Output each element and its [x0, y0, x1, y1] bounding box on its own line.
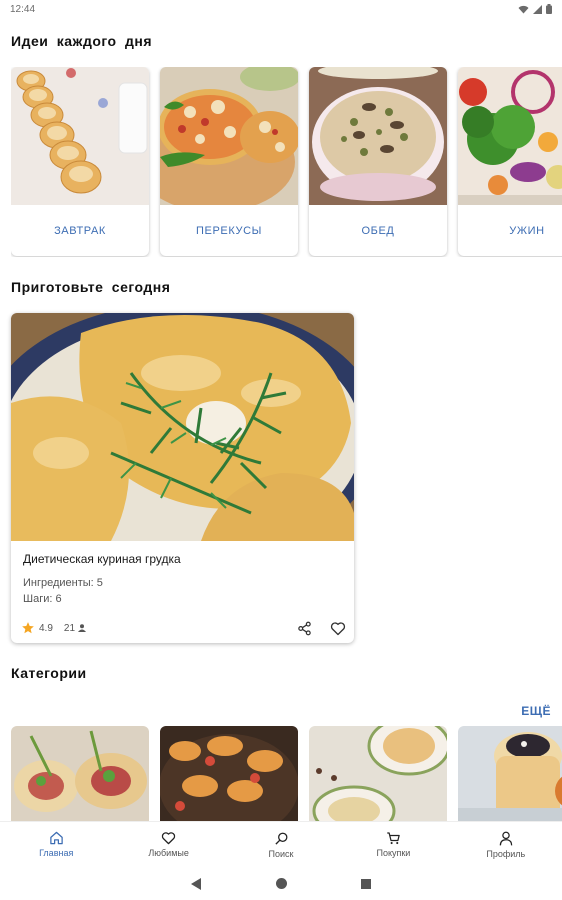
- bottom-nav: Главная Любимые Поиск Покупки Профиль: [0, 821, 562, 867]
- idea-card-snacks[interactable]: ПЕРЕКУСЫ: [160, 67, 298, 256]
- recipe-steps: Шаги: 6: [23, 593, 62, 605]
- section-title-ideas: Идеи каждого дня: [11, 33, 152, 49]
- views-count: 21: [63, 622, 76, 634]
- idea-card-breakfast[interactable]: ЗАВТРАК: [11, 67, 149, 256]
- category-card[interactable]: [11, 726, 149, 822]
- rating-value: 4.9: [39, 622, 53, 634]
- status-time: 12:44: [10, 3, 36, 15]
- category-card[interactable]: [458, 726, 562, 822]
- nav-label-search: Поиск: [268, 848, 294, 859]
- nav-item-home[interactable]: Главная: [0, 822, 112, 867]
- idea-image-dinner: [458, 67, 562, 205]
- ideas-carousel[interactable]: ЗАВТРАК ПЕРЕКУСЫ ОБЕД УЖИН: [11, 67, 562, 257]
- wifi-icon: [518, 5, 529, 13]
- idea-card-lunch[interactable]: ОБЕД: [309, 67, 447, 256]
- idea-label-lunch: ОБЕД: [361, 224, 395, 237]
- idea-image-snacks: [160, 67, 298, 205]
- signal-icon: [533, 4, 542, 14]
- home-icon: [49, 831, 63, 845]
- nav-item-shopping[interactable]: Покупки: [337, 822, 449, 867]
- recipe-footer: 4.9 21: [21, 619, 346, 637]
- back-icon[interactable]: [191, 877, 202, 890]
- idea-label-snacks: ПЕРЕКУСЫ: [196, 224, 262, 237]
- idea-card-dinner[interactable]: УЖИН: [458, 67, 562, 256]
- category-card[interactable]: [309, 726, 447, 822]
- idea-label-breakfast: ЗАВТРАК: [54, 224, 106, 237]
- recipe-card[interactable]: Диетическая куриная грудка Ингредиенты: …: [11, 313, 354, 643]
- nav-label-home: Главная: [39, 848, 74, 858]
- categories-carousel[interactable]: [11, 726, 562, 822]
- idea-image-breakfast: [11, 67, 149, 205]
- heart-icon: [162, 832, 176, 845]
- cart-icon: [387, 832, 400, 845]
- profile-icon: [499, 831, 513, 845]
- recipe-ingredients: Ингредиенты: 5: [23, 577, 103, 589]
- search-icon: [274, 832, 287, 845]
- recipe-views: 21: [63, 622, 87, 634]
- nav-label-favorites: Любимые: [148, 848, 189, 858]
- section-title-categories: Категории: [11, 665, 87, 681]
- status-icons: [518, 4, 552, 14]
- recipe-image: [11, 313, 354, 541]
- more-categories-link[interactable]: ЕЩЁ: [521, 704, 551, 718]
- nav-item-favorites[interactable]: Любимые: [112, 822, 224, 867]
- recipe-rating: 4.9: [21, 621, 53, 635]
- nav-item-search[interactable]: Поиск: [225, 822, 337, 867]
- recipe-title: Диетическая куриная грудка: [23, 552, 181, 566]
- recipe-actions: [297, 621, 346, 636]
- idea-image-lunch: [309, 67, 447, 205]
- nav-item-profile[interactable]: Профиль: [450, 822, 562, 867]
- section-title-today: Приготовьте сегодня: [11, 279, 171, 295]
- system-nav-bar: [0, 867, 562, 900]
- share-icon[interactable]: [297, 621, 312, 636]
- person-icon: [78, 624, 87, 632]
- favorite-heart-icon[interactable]: [330, 621, 346, 636]
- nav-label-shopping: Покупки: [376, 848, 411, 858]
- battery-icon: [546, 4, 552, 14]
- status-bar: 12:44: [0, 0, 562, 18]
- home-circle-icon[interactable]: [276, 878, 287, 889]
- nav-label-profile: Профиль: [486, 848, 526, 859]
- idea-label-dinner: УЖИН: [509, 224, 545, 237]
- star-icon: [22, 622, 34, 634]
- recents-icon[interactable]: [361, 878, 371, 889]
- category-card[interactable]: [160, 726, 298, 822]
